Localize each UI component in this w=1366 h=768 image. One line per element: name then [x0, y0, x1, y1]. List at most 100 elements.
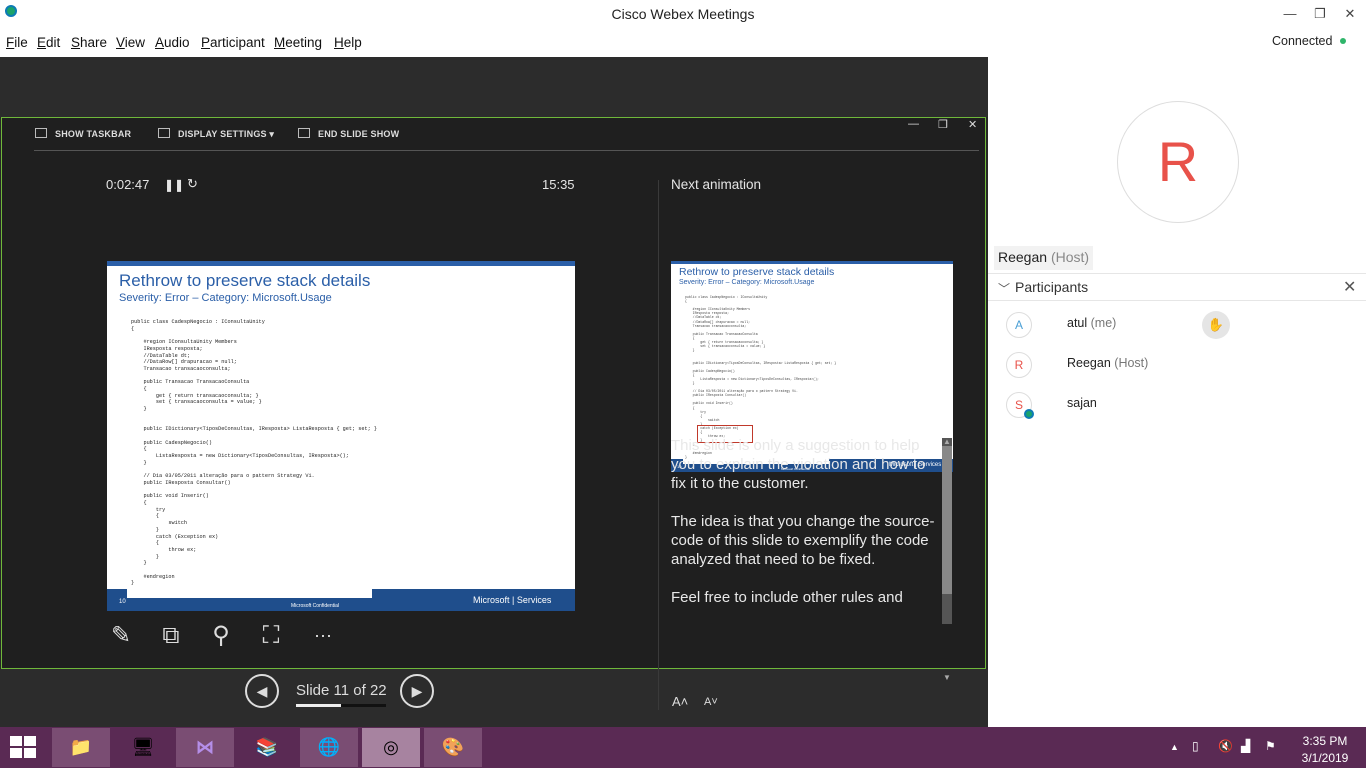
pen-tool-icon[interactable]: ✎ — [106, 621, 136, 651]
menu-participant[interactable]: Participant — [201, 35, 265, 50]
raise-hand-icon[interactable]: ✋ — [1202, 311, 1230, 339]
pv-minimize-button[interactable]: — — [908, 118, 919, 130]
device-icon[interactable]: ▯ — [1192, 739, 1199, 753]
participant-name: sajan — [1067, 396, 1097, 410]
taskbar-icon — [35, 128, 47, 138]
close-icon[interactable]: ✕ — [1343, 277, 1356, 297]
window-title: Cisco Webex Meetings — [611, 6, 755, 22]
participants-title: Participants — [1015, 279, 1089, 295]
books-app-icon[interactable]: 📚 — [238, 728, 296, 767]
pause-icon[interactable]: ❚❚ — [164, 178, 184, 192]
pv-restore-button[interactable]: ❐ — [938, 118, 948, 131]
slide-subtitle: Severity: Error – Category: Microsoft.Us… — [119, 292, 332, 304]
display-settings-button[interactable]: DISPLAY SETTINGS ▾ — [158, 128, 274, 144]
webex-status-icon — [1024, 409, 1034, 419]
connection-status: Connected — [1272, 34, 1333, 48]
taskbar-date[interactable]: 3/1/2019 — [1296, 751, 1354, 765]
participant-row[interactable]: A atul (me) ✋ — [988, 304, 1366, 342]
scroll-up-icon[interactable]: ▲ — [942, 438, 952, 446]
end-slide-show-label: END SLIDE SHOW — [318, 129, 400, 139]
slide-footer-gap — [127, 589, 372, 598]
speaker-notes[interactable]: This slide is only a suggestion to help … — [671, 436, 941, 631]
microsoft-services-logo: Microsoft | Services — [473, 595, 552, 605]
participant-name-text: Reegan — [1067, 356, 1111, 370]
avatar: R — [1006, 352, 1032, 378]
scroll-down-icon[interactable]: ▼ — [942, 674, 952, 682]
next-slide-button[interactable]: ▶ — [400, 674, 434, 708]
active-speaker-name: Reegan (Host) — [994, 246, 1094, 270]
display-settings-label: DISPLAY SETTINGS ▾ — [178, 129, 275, 139]
slide-top-bar — [107, 261, 575, 266]
participant-name: atul (me) — [1067, 316, 1116, 330]
remote-desktop-icon[interactable]: 🖥 — [114, 728, 172, 767]
toolbar-divider — [34, 150, 979, 151]
content-stage: SHOW TASKBAR DISPLAY SETTINGS ▾ END SLID… — [0, 57, 988, 727]
menu-audio[interactable]: Audio — [155, 35, 190, 50]
show-taskbar-button[interactable]: SHOW TASKBAR — [35, 128, 131, 144]
menu-bar: File Edit Share View Audio Participant M… — [0, 30, 1366, 56]
increase-font-label: A — [672, 694, 681, 709]
connection-indicator-icon — [1340, 38, 1346, 44]
participant-suffix: (Host) — [1114, 356, 1149, 370]
avatar: A — [1006, 312, 1032, 338]
next-slide-subtitle: Severity: Error – Category: Microsoft.Us… — [679, 279, 815, 286]
participant-suffix: (me) — [1090, 316, 1117, 330]
visual-studio-icon[interactable]: ⋈ — [176, 728, 234, 767]
pv-close-button[interactable]: ✕ — [968, 118, 977, 131]
show-hidden-icons[interactable]: ▲ — [1170, 742, 1179, 752]
slide-code: public class CadespNegocio : IConsultaUn… — [131, 319, 377, 587]
chrome-icon[interactable]: 🌐 — [300, 728, 358, 767]
webex-taskbar-icon[interactable]: ◎ — [362, 728, 420, 767]
menu-view[interactable]: View — [116, 35, 145, 50]
slide-number: 10 — [119, 599, 126, 605]
taskbar-time[interactable]: 3:35 PM — [1300, 734, 1350, 748]
slide-progress-fill — [296, 704, 341, 707]
increase-font-button[interactable]: A˄ — [672, 694, 688, 709]
show-taskbar-label: SHOW TASKBAR — [55, 129, 132, 139]
volume-muted-icon[interactable]: 🔇 — [1218, 739, 1233, 753]
slide-title: Rethrow to preserve stack details — [119, 271, 371, 290]
slide-confidential: Microsoft Confidential — [291, 603, 340, 609]
stage-bottom-band — [0, 669, 988, 727]
host-suffix: (Host) — [1050, 249, 1090, 265]
restore-button[interactable]: ❐ — [1305, 4, 1335, 24]
file-explorer-icon[interactable]: 📁 — [52, 728, 110, 767]
elapsed-timer: 0:02:47 — [106, 177, 150, 192]
participant-name-text: atul — [1067, 316, 1088, 330]
notes-scrollbar[interactable]: ▲ — [942, 438, 952, 624]
host-name: Reegan — [998, 249, 1048, 265]
end-show-icon — [298, 128, 310, 138]
menu-edit[interactable]: Edit — [37, 35, 60, 50]
pane-divider — [658, 180, 659, 710]
action-center-icon[interactable]: ⚑ — [1265, 739, 1276, 753]
slide-footer: 10 Microsoft Confidential Microsoft | Se… — [107, 589, 575, 611]
black-screen-icon[interactable]: ⛶ — [256, 621, 286, 651]
title-bar: Cisco Webex Meetings — ❐ ✕ — [0, 0, 1366, 30]
participant-row[interactable]: R Reegan (Host) — [988, 344, 1366, 382]
menu-share[interactable]: Share — [71, 35, 107, 50]
minimize-button[interactable]: — — [1275, 4, 1305, 24]
participant-name: Reegan (Host) — [1067, 356, 1148, 370]
current-slide: Rethrow to preserve stack details Severi… — [107, 261, 575, 611]
previous-slide-button[interactable]: ◀ — [245, 674, 279, 708]
menu-file[interactable]: File — [6, 35, 28, 50]
notes-paragraph: This slide is only a suggestion to help … — [671, 437, 926, 492]
menu-help[interactable]: Help — [334, 35, 362, 50]
scroll-thumb[interactable] — [942, 446, 952, 594]
close-button[interactable]: ✕ — [1335, 4, 1365, 24]
zoom-icon[interactable]: ⚲ — [206, 621, 236, 651]
menu-meeting[interactable]: Meeting — [274, 35, 322, 50]
participant-row[interactable]: S sajan — [988, 384, 1366, 422]
chevron-down-icon[interactable]: ﹀ — [998, 280, 1010, 297]
more-options-icon[interactable]: ⋯ — [308, 621, 338, 651]
paint-icon[interactable]: 🎨 — [424, 728, 482, 767]
network-icon[interactable]: ▟ — [1241, 739, 1250, 753]
end-slide-show-button[interactable]: END SLIDE SHOW — [298, 128, 399, 144]
participants-panel: R Reegan (Host) ﹀ Participants ✕ A atul … — [988, 57, 1366, 727]
participants-header[interactable]: ﹀ Participants ✕ — [988, 273, 1366, 301]
windows-start-icon[interactable] — [10, 736, 38, 760]
all-slides-icon[interactable]: ⧉ — [156, 621, 186, 651]
display-settings-icon — [158, 128, 170, 138]
reset-timer-icon[interactable]: ↻ — [187, 176, 198, 192]
decrease-font-button[interactable]: A˅ — [704, 696, 718, 708]
